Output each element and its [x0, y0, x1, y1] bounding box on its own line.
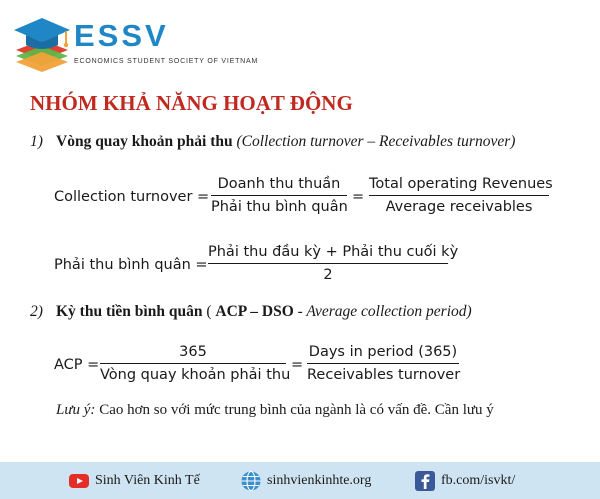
- section-1-note: (Collection turnover – Receivables turno…: [236, 133, 516, 150]
- numerator: 365: [179, 344, 207, 360]
- formula-lhs: ACP =: [54, 357, 100, 373]
- fraction-vietnamese: Doanh thu thuần Phải thu bình quân: [211, 176, 348, 216]
- denominator: 2: [323, 267, 333, 284]
- page-title: NHÓM KHẢ NĂNG HOẠT ĐỘNG: [30, 91, 353, 115]
- section-2-paren: (: [202, 303, 216, 320]
- footer-youtube-link[interactable]: Sinh Viên Kinh Tế: [68, 470, 228, 492]
- note: Lưu ý: Cao hơn so với mức trung bình của…: [56, 402, 494, 419]
- footer-bar: Sinh Viên Kinh Tế sinhvienkinhte.org fb.…: [0, 462, 600, 499]
- footer-website-label: sinhvienkinhte.org: [267, 473, 372, 488]
- numerator: Doanh thu thuần: [217, 176, 341, 192]
- fraction-english: Days in period (365) Receivables turnove…: [307, 344, 461, 384]
- footer-facebook-link[interactable]: fb.com/isvkt/: [414, 470, 554, 492]
- note-text: Cao hơn so với mức trung bình của ngành …: [95, 402, 494, 418]
- fraction: Phải thu đầu kỳ + Phải thu cuối kỳ 2: [208, 244, 459, 284]
- section-2-number: 2): [30, 303, 43, 320]
- formula-lhs: Phải thu bình quân =: [54, 257, 208, 273]
- section-2-acronym: ACP – DSO: [215, 303, 294, 320]
- globe-icon: [241, 470, 261, 492]
- graduation-cap-icon: [14, 18, 70, 72]
- facebook-icon: [415, 471, 435, 491]
- footer-youtube-label: Sinh Viên Kinh Tế: [95, 473, 200, 488]
- essv-logo: ESSV ECONOMICS STUDENT SOCIETY OF VIETNA…: [10, 12, 257, 72]
- section-1-heading: 1) Vòng quay khoản phải thu (Collection t…: [30, 133, 515, 151]
- logo-subtitle: ECONOMICS STUDENT SOCIETY OF VIETNAM: [74, 58, 259, 65]
- numerator: Days in period (365): [308, 344, 458, 360]
- denominator: Average receivables: [385, 199, 533, 216]
- section-1-title: Vòng quay khoản phải thu: [56, 133, 233, 150]
- footer-facebook-label: fb.com/isvkt/: [441, 473, 516, 488]
- youtube-icon: [69, 474, 89, 488]
- formula-lhs: Collection turnover =: [54, 189, 210, 205]
- numerator: Phải thu đầu kỳ + Phải thu cuối kỳ: [208, 244, 459, 260]
- slide: ESSV ECONOMICS STUDENT SOCIETY OF VIETNA…: [0, 0, 600, 499]
- section-1-number: 1): [30, 133, 43, 150]
- note-label: Lưu ý:: [56, 402, 96, 418]
- denominator: Phải thu bình quân: [211, 199, 348, 216]
- footer-website-link[interactable]: sinhvienkinhte.org: [240, 470, 390, 492]
- equals-sign: =: [291, 357, 304, 373]
- equals-sign: =: [352, 189, 365, 205]
- logo-wordmark: ESSV: [74, 18, 169, 53]
- numerator: Total operating Revenues: [369, 176, 553, 192]
- section-2-heading: 2) Kỳ thu tiền bình quân ( ACP – DSO - Av…: [30, 303, 472, 321]
- section-2-title: Kỳ thu tiền bình quân: [56, 303, 203, 320]
- denominator: Vòng quay khoản phải thu: [100, 367, 291, 384]
- fraction-english: Total operating Revenues Average receiva…: [369, 176, 553, 216]
- fraction-vietnamese: 365 Vòng quay khoản phải thu: [100, 344, 291, 384]
- denominator: Receivables turnover: [307, 367, 461, 384]
- section-2-note: - Average collection period): [293, 303, 472, 320]
